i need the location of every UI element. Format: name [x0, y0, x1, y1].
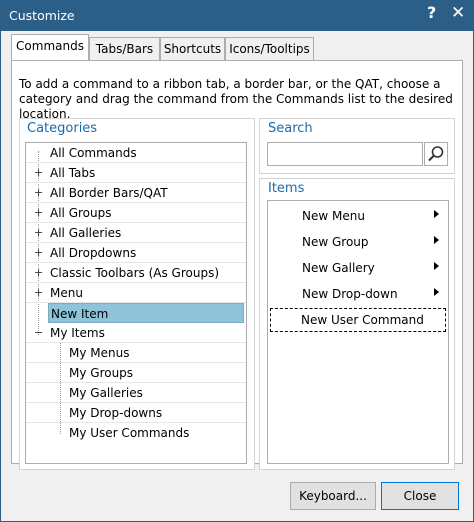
submenu-arrow-icon [434, 262, 439, 270]
category-label: My Galleries [69, 386, 143, 400]
categories-tree[interactable]: All Commands + All Tabs + All Border Bar… [25, 142, 247, 464]
submenu-arrow-icon [434, 236, 439, 244]
collapse-icon[interactable]: − [34, 326, 43, 339]
category-label: All Commands [50, 146, 137, 160]
category-my-groups[interactable]: My Groups [26, 363, 246, 383]
category-label: All Dropdowns [50, 246, 137, 260]
category-label: My Groups [69, 366, 134, 380]
category-my-items[interactable]: − My Items [26, 323, 246, 343]
item-label: New Menu [302, 209, 365, 223]
category-label: Menu [50, 286, 83, 300]
tab-tabs-bars[interactable]: Tabs/Bars [89, 37, 160, 61]
category-label: All Galleries [50, 226, 122, 240]
category-my-user-commands[interactable]: My User Commands [26, 423, 246, 443]
category-new-item[interactable]: New Item [48, 303, 244, 323]
window-title: Customize [9, 8, 75, 23]
item-new-drop-down[interactable]: New Drop-down [270, 282, 446, 306]
category-all-border-bars[interactable]: + All Border Bars/QAT [26, 183, 246, 203]
expand-icon[interactable]: + [34, 186, 43, 199]
keyboard-button[interactable]: Keyboard... [290, 482, 376, 510]
item-label: New Group [302, 235, 369, 249]
item-label: New User Command [301, 313, 424, 327]
item-new-menu[interactable]: New Menu [270, 204, 446, 228]
category-all-groups[interactable]: + All Groups [26, 203, 246, 223]
category-menu[interactable]: + Menu [26, 283, 246, 303]
expand-icon[interactable]: + [34, 206, 43, 219]
item-label: New Gallery [302, 261, 375, 275]
category-label: Classic Toolbars (As Groups) [50, 266, 220, 280]
category-label: All Tabs [50, 166, 96, 180]
item-new-user-command[interactable]: New User Command [270, 308, 446, 332]
items-list[interactable]: New Menu New Group New Gallery New Drop-… [267, 200, 449, 464]
item-new-gallery[interactable]: New Gallery [270, 256, 446, 280]
title-bar: Customize ? ✕ [1, 1, 473, 31]
category-label: All Border Bars/QAT [50, 186, 168, 200]
close-button[interactable]: Close [381, 482, 459, 510]
category-all-tabs[interactable]: + All Tabs [26, 163, 246, 183]
submenu-arrow-icon [434, 210, 439, 218]
category-label: New Item [51, 307, 109, 321]
category-label: My User Commands [69, 426, 190, 440]
tab-commands[interactable]: Commands [11, 34, 89, 60]
tab-icons-tooltips[interactable]: Icons/Tooltips [225, 37, 314, 61]
category-label: My Drop-downs [69, 406, 163, 420]
categories-label: Categories [27, 121, 98, 136]
item-label: New Drop-down [302, 287, 398, 301]
search-label: Search [268, 121, 313, 136]
help-button[interactable]: ? [427, 3, 436, 22]
category-all-dropdowns[interactable]: + All Dropdowns [26, 243, 246, 263]
item-new-group[interactable]: New Group [270, 230, 446, 254]
submenu-arrow-icon [434, 288, 439, 296]
magnifier-icon [428, 146, 444, 162]
category-label: My Items [50, 326, 105, 340]
items-label: Items [268, 181, 305, 196]
category-my-galleries[interactable]: My Galleries [26, 383, 246, 403]
category-my-drop-downs[interactable]: My Drop-downs [26, 403, 246, 423]
expand-icon[interactable]: + [34, 166, 43, 179]
expand-icon[interactable]: + [34, 226, 43, 239]
category-label: All Groups [50, 206, 112, 220]
expand-icon[interactable]: + [34, 246, 43, 259]
search-button[interactable] [424, 142, 448, 166]
category-classic-toolbars[interactable]: + Classic Toolbars (As Groups) [26, 263, 246, 283]
category-all-galleries[interactable]: + All Galleries [26, 223, 246, 243]
customize-dialog: Customize ? ✕ Commands Tabs/Bars Shortcu… [0, 0, 474, 522]
instructions-text: To add a command to a ribbon tab, a bord… [19, 77, 453, 121]
expand-icon[interactable]: + [34, 266, 43, 279]
category-all-commands[interactable]: All Commands [26, 143, 246, 163]
category-my-menus[interactable]: My Menus [26, 343, 246, 363]
search-input[interactable] [267, 142, 423, 166]
close-window-button[interactable]: ✕ [451, 3, 465, 23]
expand-icon[interactable]: + [34, 286, 43, 299]
tab-shortcuts[interactable]: Shortcuts [160, 37, 225, 61]
category-label: My Menus [69, 346, 130, 360]
